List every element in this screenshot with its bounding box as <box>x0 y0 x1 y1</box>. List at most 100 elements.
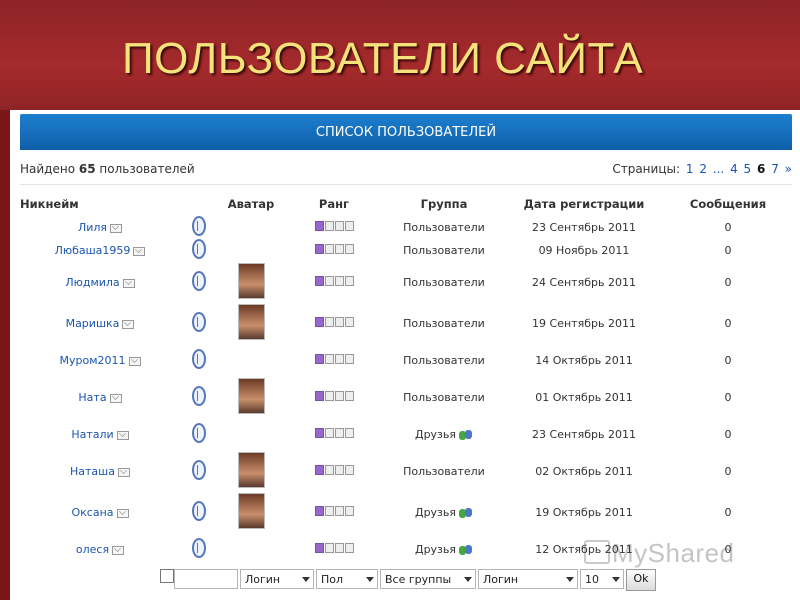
date-cell: 01 Октябрь 2011 <box>535 391 633 404</box>
rank-indicator <box>314 465 354 475</box>
date-cell: 02 Октябрь 2011 <box>535 465 633 478</box>
profile-icon[interactable] <box>192 460 206 480</box>
user-nick-link[interactable]: Маришка <box>66 317 120 330</box>
group-label: Друзья <box>414 428 457 441</box>
user-nick-link[interactable]: Натали <box>71 428 113 441</box>
messages-cell: 0 <box>724 391 732 404</box>
nick-cell: Натали <box>20 418 180 451</box>
group-cell: Пользователи <box>384 377 504 418</box>
envelope-icon[interactable] <box>110 223 123 233</box>
envelope-icon[interactable] <box>117 467 130 477</box>
results-summary-bar: Найдено 65 пользователей Страницы: 1 2 .… <box>20 154 792 185</box>
found-count: 65 <box>78 162 96 176</box>
rank-star-icon <box>334 391 344 401</box>
profile-icon[interactable] <box>192 349 206 369</box>
friends-icon <box>459 507 473 519</box>
envelope-icon[interactable] <box>116 430 129 440</box>
page-next-arrow[interactable]: » <box>785 162 792 176</box>
rank-star-icon <box>334 221 344 231</box>
group-label: Пользователи <box>403 317 485 330</box>
page-link-1[interactable]: 1 <box>686 162 694 176</box>
avatar[interactable] <box>237 493 265 529</box>
avatar-cell <box>218 262 284 303</box>
column-header-date[interactable]: Дата регистрации <box>504 192 664 216</box>
ok-button[interactable]: Ok <box>626 569 656 591</box>
avatar[interactable] <box>237 378 265 414</box>
avatar[interactable] <box>237 304 265 340</box>
rank-indicator <box>314 391 354 401</box>
date-cell: 19 Октябрь 2011 <box>535 506 633 519</box>
profile-icon[interactable] <box>192 312 206 332</box>
filter-bar: Логин Пол Все группы Логин 10 Ok <box>12 566 800 592</box>
avatar[interactable] <box>237 263 265 299</box>
user-nick-link[interactable]: Любаша1959 <box>55 244 131 257</box>
envelope-icon[interactable] <box>116 508 129 518</box>
avatar-cell <box>218 418 284 451</box>
profile-cell <box>180 216 218 239</box>
gender-select[interactable]: Пол <box>316 569 378 589</box>
rank-star-icon <box>314 244 324 254</box>
nick-cell: Наташа <box>20 451 180 492</box>
table-row: Муром2011 Пользователи 14 Октябрь 2011 0 <box>20 344 792 377</box>
envelope-icon[interactable] <box>122 319 135 329</box>
user-nick-link[interactable]: Муром2011 <box>59 354 125 367</box>
group-label: Пользователи <box>403 391 485 404</box>
profile-icon[interactable] <box>192 216 206 236</box>
profile-cell <box>180 344 218 377</box>
search-input[interactable] <box>174 569 238 589</box>
user-nick-link[interactable]: Наташа <box>70 465 115 478</box>
rank-star-icon <box>334 244 344 254</box>
envelope-icon[interactable] <box>122 278 135 288</box>
profile-icon[interactable] <box>192 386 206 406</box>
envelope-icon[interactable] <box>128 356 141 366</box>
rank-indicator <box>314 354 354 364</box>
profile-icon[interactable] <box>192 538 206 558</box>
order-field-select[interactable]: Логин <box>478 569 578 589</box>
date-cell: 24 Сентябрь 2011 <box>532 276 636 289</box>
user-nick-link[interactable]: Лиля <box>78 221 107 234</box>
envelope-icon[interactable] <box>133 246 146 256</box>
column-header-messages[interactable]: Сообщения <box>664 192 792 216</box>
page-link-2[interactable]: 2 <box>699 162 707 176</box>
envelope-icon[interactable] <box>109 393 122 403</box>
sort-field-select[interactable]: Логин <box>240 569 314 589</box>
column-header-group[interactable]: Группа <box>384 192 504 216</box>
rank-indicator <box>314 317 354 327</box>
user-nick-link[interactable]: Ната <box>78 391 106 404</box>
group-cell: Пользователи <box>384 262 504 303</box>
user-nick-link[interactable]: олеся <box>76 543 109 556</box>
user-nick-link[interactable]: Людмила <box>65 276 119 289</box>
rank-cell <box>284 344 384 377</box>
rank-star-icon <box>334 543 344 553</box>
per-page-select[interactable]: 10 <box>580 569 624 589</box>
column-header-nick[interactable]: Никнейм <box>20 192 180 216</box>
avatar-cell <box>218 216 284 239</box>
page-ellipsis[interactable]: ... <box>713 162 724 176</box>
rank-star-icon <box>344 244 354 254</box>
rank-star-icon <box>344 391 354 401</box>
profile-icon[interactable] <box>192 239 206 259</box>
profile-icon[interactable] <box>192 423 206 443</box>
select-all-checkbox[interactable] <box>160 569 174 583</box>
slide-title: ПОЛЬЗОВАТЕЛИ САЙТА <box>122 34 644 83</box>
page-link-5[interactable]: 5 <box>744 162 752 176</box>
page-link-7[interactable]: 7 <box>771 162 779 176</box>
slide-left-bar <box>0 110 10 600</box>
group-select[interactable]: Все группы <box>380 569 476 589</box>
table-row: Людмила Пользователи 24 Сентябрь 2011 0 <box>20 262 792 303</box>
group-label: Друзья <box>414 543 457 556</box>
found-suffix: пользователей <box>99 162 195 176</box>
group-cell: Друзья <box>384 418 504 451</box>
column-header-avatar[interactable]: Аватар <box>218 192 284 216</box>
user-nick-link[interactable]: Оксана <box>71 506 113 519</box>
avatar[interactable] <box>237 452 265 488</box>
rank-star-icon <box>314 276 324 286</box>
profile-icon[interactable] <box>192 271 206 291</box>
column-header-rank[interactable]: Ранг <box>284 192 384 216</box>
page-link-4[interactable]: 4 <box>730 162 738 176</box>
profile-icon[interactable] <box>192 501 206 521</box>
messages-cell: 0 <box>724 428 732 441</box>
pagination: Страницы: 1 2 ... 4 5 6 7 » <box>612 162 792 176</box>
table-row: Наташа Пользователи 02 Октябрь 2011 0 <box>20 451 792 492</box>
envelope-icon[interactable] <box>112 545 125 555</box>
